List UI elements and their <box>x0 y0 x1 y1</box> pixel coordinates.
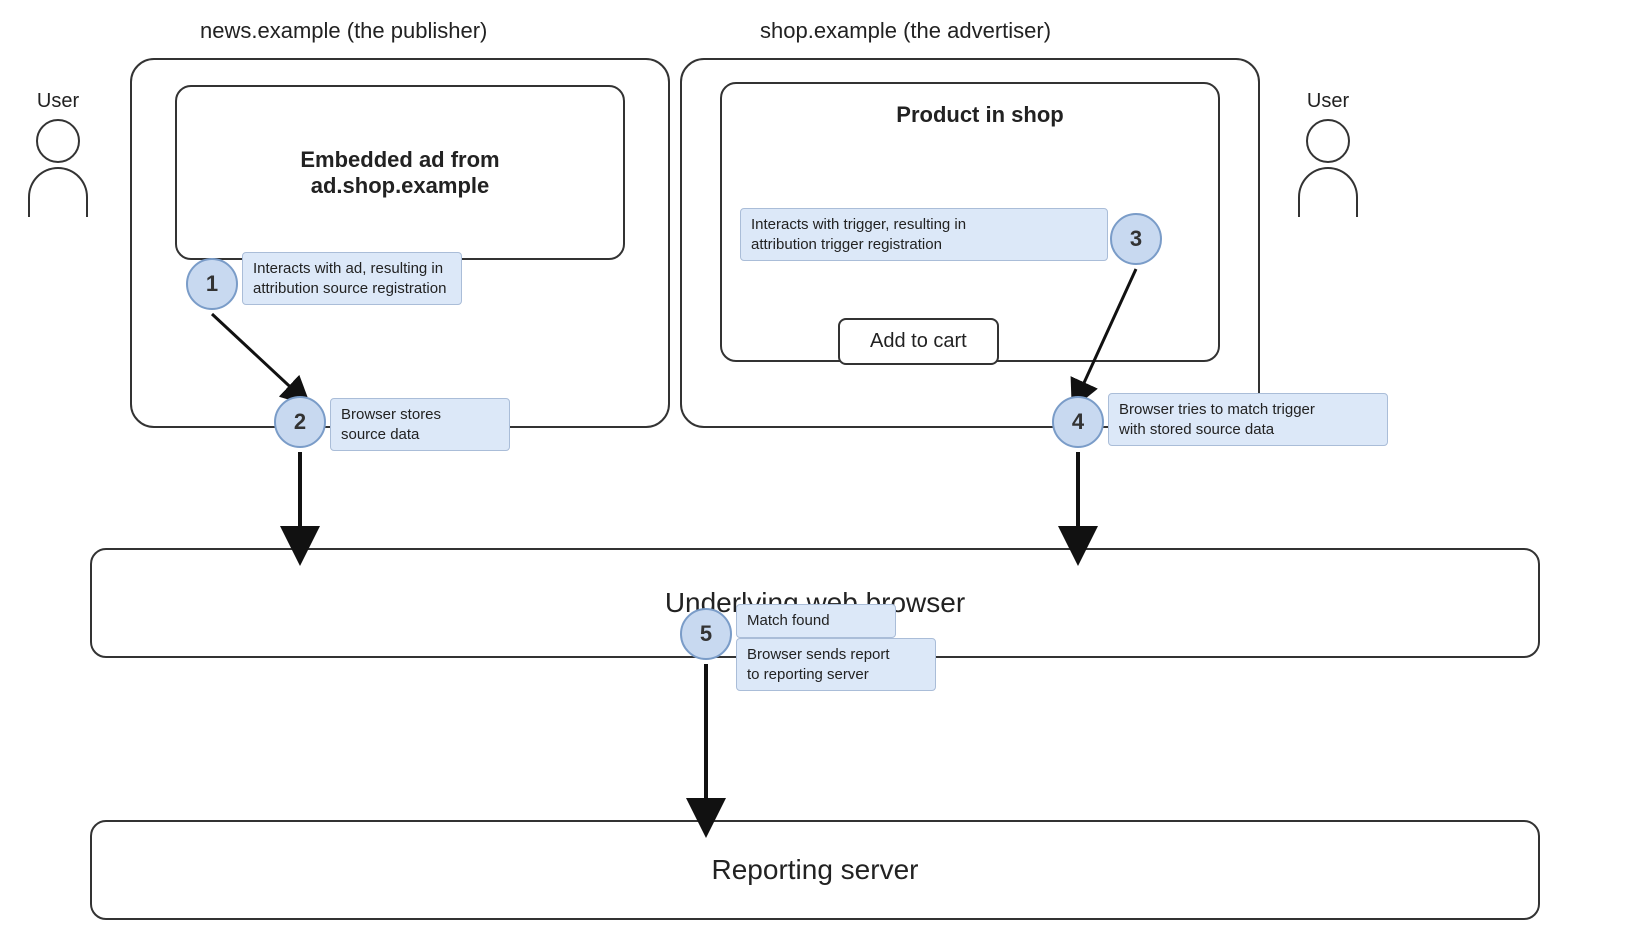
step-3-info-box: Interacts with trigger, resulting in att… <box>740 208 1108 261</box>
step-4-circle: 4 <box>1052 396 1104 448</box>
step-2-circle: 2 <box>274 396 326 448</box>
step-5-circle: 5 <box>680 608 732 660</box>
step-1-number: 1 <box>206 271 218 297</box>
step-3-info-text: Interacts with trigger, resulting in att… <box>751 216 966 253</box>
user-left-body <box>28 167 88 217</box>
user-right-head <box>1306 119 1350 163</box>
user-left-label: User <box>37 90 79 113</box>
step-1-circle: 1 <box>186 258 238 310</box>
diagram: news.example (the publisher) Embedded ad… <box>0 0 1652 948</box>
step-3-circle: 3 <box>1110 213 1162 265</box>
publisher-inner-box: Embedded ad from ad.shop.example <box>175 85 625 260</box>
advertiser-inner-text: Product in shop <box>896 102 1063 128</box>
step-3-number: 3 <box>1130 226 1142 252</box>
step-2-info-text: Browser stores source data <box>341 406 441 443</box>
add-to-cart-button[interactable]: Add to cart <box>838 318 999 365</box>
step-2-number: 2 <box>294 409 306 435</box>
user-left-head <box>36 119 80 163</box>
step-5-match-text: Match found <box>747 612 830 629</box>
user-right-figure: User <box>1298 90 1358 217</box>
step-4-info-box: Browser tries to match trigger with stor… <box>1108 393 1388 446</box>
reporting-server-box: Reporting server <box>90 820 1540 920</box>
user-left-figure: User <box>28 90 88 217</box>
step-4-info-text: Browser tries to match trigger with stor… <box>1119 401 1315 438</box>
user-right-body <box>1298 167 1358 217</box>
step-5-match-box: Match found <box>736 604 896 638</box>
add-to-cart-label: Add to cart <box>870 330 967 352</box>
step-5-report-text: Browser sends report to reporting server <box>747 646 890 683</box>
step-5-number: 5 <box>700 621 712 647</box>
publisher-inner-text: Embedded ad from ad.shop.example <box>300 147 499 199</box>
advertiser-label: shop.example (the advertiser) <box>760 18 1051 44</box>
step-4-number: 4 <box>1072 409 1084 435</box>
step-5-report-box: Browser sends report to reporting server <box>736 638 936 691</box>
step-1-info-text: Interacts with ad, resulting in attribut… <box>253 260 446 297</box>
publisher-label: news.example (the publisher) <box>200 18 487 44</box>
step-1-info-box: Interacts with ad, resulting in attribut… <box>242 252 462 305</box>
step-2-info-box: Browser stores source data <box>330 398 510 451</box>
user-right-label: User <box>1307 90 1349 113</box>
reporting-server-text: Reporting server <box>712 854 919 886</box>
